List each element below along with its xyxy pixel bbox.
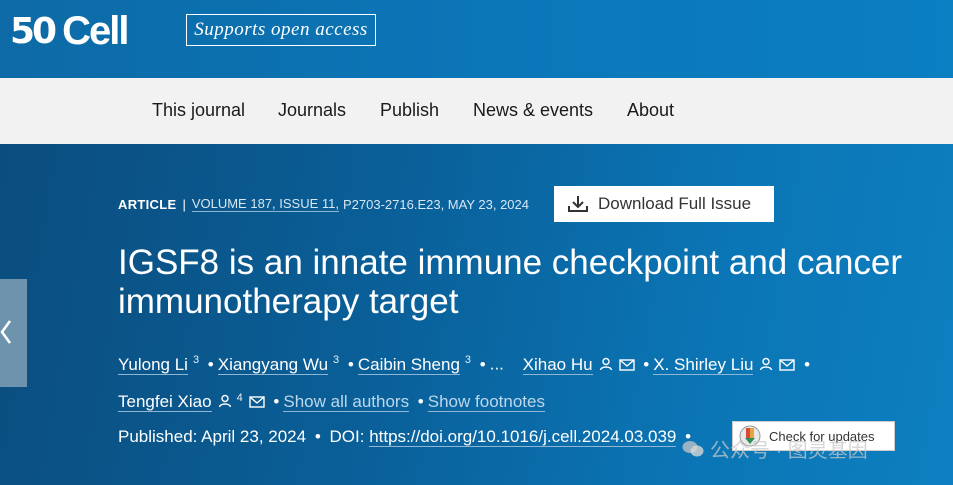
published-date: Published: April 23, 2024 xyxy=(118,427,307,446)
meta-separator: | xyxy=(182,196,186,212)
download-icon xyxy=(568,196,588,212)
wechat-icon xyxy=(682,440,704,456)
person-icon[interactable] xyxy=(599,349,613,382)
cell-logo[interactable]: 50 Cell xyxy=(10,8,129,54)
nav-this-journal[interactable]: This journal xyxy=(152,100,245,121)
logo-50-mark: 50 xyxy=(10,10,57,52)
author-link[interactable]: Xiangyang Wu xyxy=(217,354,329,375)
email-icon[interactable] xyxy=(618,349,635,382)
person-icon[interactable] xyxy=(759,349,773,382)
nav-news-events[interactable]: News & events xyxy=(473,100,593,121)
previous-article-tab[interactable] xyxy=(0,279,27,387)
logo-cell-text: Cell xyxy=(62,8,129,53)
author-affiliation-sup[interactable]: 4 xyxy=(237,392,243,404)
author-link[interactable]: Xihao Hu xyxy=(522,354,593,375)
authors-ellipsis: ... xyxy=(489,354,504,374)
author-affiliation-sup[interactable]: 3 xyxy=(333,354,339,366)
download-full-issue-button[interactable]: Download Full Issue xyxy=(554,186,774,222)
volume-issue-link[interactable]: VOLUME 187, ISSUE 11, xyxy=(191,196,339,212)
author-affiliation-sup[interactable]: 3 xyxy=(193,354,199,366)
article-title: IGSF8 is an innate immune checkpoint and… xyxy=(118,243,903,321)
show-footnotes-link[interactable]: Show footnotes xyxy=(427,392,545,413)
article-meta: ARTICLE | VOLUME 187, ISSUE 11, P2703-27… xyxy=(118,196,529,212)
watermark-text: 公众号 · 图灵基因 xyxy=(710,440,868,462)
doi-label: DOI: xyxy=(329,427,365,446)
download-label: Download Full Issue xyxy=(598,194,752,213)
article-type: ARTICLE xyxy=(118,196,177,212)
author-link[interactable]: X. Shirley Liu xyxy=(653,354,754,375)
author-affiliation-sup[interactable]: 3 xyxy=(465,354,471,366)
open-access-badge: Supports open access xyxy=(186,14,376,46)
email-icon[interactable] xyxy=(779,349,796,382)
show-all-authors-link[interactable]: Show all authors xyxy=(283,392,410,413)
chevron-left-icon xyxy=(0,320,12,344)
top-header: 50 Cell Supports open access xyxy=(0,0,953,78)
main-nav: This journal Journals Publish News & eve… xyxy=(0,78,953,144)
pages-date: P2703-2716.E23, MAY 23, 2024 xyxy=(343,196,529,212)
author-link[interactable]: Yulong Li xyxy=(118,354,188,375)
author-link[interactable]: Tengfei Xiao xyxy=(118,392,212,413)
author-link[interactable]: Caibin Sheng xyxy=(357,354,460,375)
author-list: Yulong Li 3 • Xiangyang Wu 3 • Caibin Sheng 3… xyxy=(118,344,938,419)
nav-journals[interactable]: Journals xyxy=(278,100,346,121)
nav-publish[interactable]: Publish xyxy=(380,100,439,121)
doi-link[interactable]: https://doi.org/10.1016/j.cell.2024.03.0… xyxy=(369,427,677,447)
person-icon[interactable] xyxy=(218,386,232,419)
publication-info: Published: April 23, 2024 • DOI: https:/… xyxy=(118,427,692,447)
email-icon[interactable] xyxy=(249,386,265,419)
watermark: 公众号 · 图灵基因 xyxy=(682,434,868,463)
nav-about[interactable]: About xyxy=(627,100,674,121)
